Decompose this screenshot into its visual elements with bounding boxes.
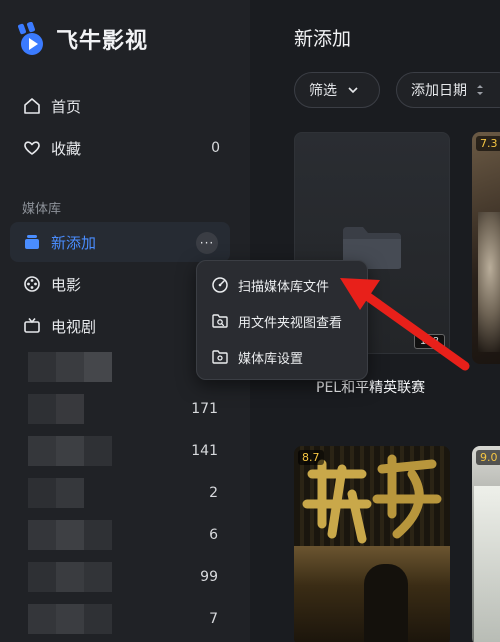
poster-figure [364, 564, 408, 642]
library-count: 2 [209, 485, 218, 501]
sidebar-item-label: 新添加 [51, 233, 97, 252]
library-count: 99 [200, 569, 218, 585]
library-section-label: 媒体库 [22, 202, 62, 217]
sidebar-item-label: 电视剧 [51, 317, 97, 336]
sort-label: 添加日期 [411, 83, 467, 99]
media-card-poster[interactable]: 8.7 [294, 446, 450, 642]
sidebar-item-hidden-library[interactable]: 6 [10, 516, 230, 556]
annotation-arrow [340, 278, 470, 371]
app-logo[interactable]: 飞牛影视 [18, 22, 148, 56]
rating-badge: 7.3 [476, 136, 500, 151]
chevron-down-icon [348, 87, 358, 94]
sidebar-item-hidden-library[interactable]: 141 [10, 432, 230, 472]
sidebar-item-label: 首页 [51, 97, 82, 116]
poster-art [478, 212, 500, 352]
filter-button[interactable]: 筛选 [294, 72, 380, 108]
library-count: 7 [209, 611, 218, 627]
card-title[interactable]: PEL和平精英联赛 [316, 377, 425, 397]
rating-badge: 9.0 [476, 450, 500, 465]
sort-arrows-icon [477, 85, 483, 95]
scan-icon [211, 276, 229, 294]
library-stack-icon [22, 232, 42, 252]
pixelated-label [28, 394, 128, 424]
rating-badge: 8.7 [298, 450, 324, 465]
library-count: 141 [191, 443, 218, 459]
favorites-count: 0 [211, 140, 220, 156]
library-count: 6 [209, 527, 218, 543]
poster-calligraphy [302, 454, 442, 544]
library-count: 171 [191, 401, 218, 417]
app-title: 飞牛影视 [56, 29, 149, 54]
folder-search-icon [211, 312, 229, 330]
sidebar-item-label: 电影 [51, 275, 82, 294]
film-reel-icon [22, 274, 42, 294]
page-title: 新添加 [294, 28, 352, 50]
pixelated-label [28, 562, 128, 592]
pixelated-label [28, 478, 128, 508]
heart-icon [22, 138, 42, 158]
sidebar-item-favorites[interactable]: 收藏 0 [10, 128, 230, 168]
menu-item-label: 扫描媒体库文件 [238, 279, 330, 295]
app-logo-icon [18, 22, 43, 55]
sidebar-item-hidden-library[interactable]: 2 [10, 474, 230, 514]
pixelated-label [28, 520, 128, 550]
menu-item-label: 媒体库设置 [238, 351, 304, 367]
pixelated-label [28, 436, 128, 466]
sort-dropdown[interactable]: 添加日期 [396, 72, 500, 108]
home-icon [22, 96, 42, 116]
sidebar-item-hidden-library[interactable]: 171 [10, 390, 230, 430]
sidebar-item-label: 收藏 [51, 139, 82, 158]
more-options-button[interactable]: ··· [196, 232, 218, 254]
tv-icon [22, 316, 42, 336]
filter-label: 筛选 [309, 83, 337, 99]
sidebar-item-hidden-library[interactable]: 7 [10, 600, 230, 640]
menu-item-label: 用文件夹视图查看 [238, 315, 343, 331]
media-card-poster[interactable]: 9.0 [472, 446, 500, 642]
sidebar-item-new-added[interactable]: 新添加 ··· [10, 222, 230, 262]
sidebar-item-hidden-library[interactable]: 99 [10, 558, 230, 598]
pixelated-label [28, 352, 128, 382]
folder-settings-icon [211, 348, 229, 366]
poster-art [474, 486, 500, 642]
sidebar-item-home[interactable]: 首页 [10, 86, 230, 126]
pixelated-label [28, 604, 128, 634]
